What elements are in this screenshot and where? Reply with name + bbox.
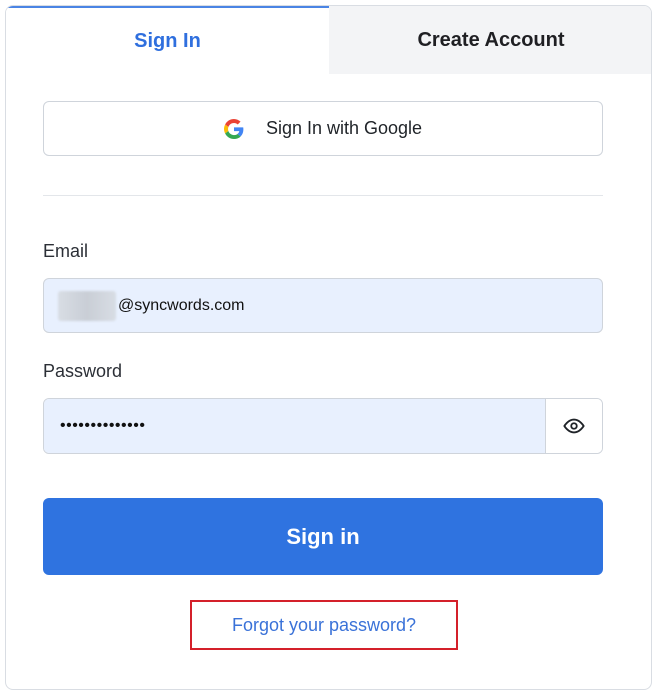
divider (43, 195, 603, 196)
email-value: @syncwords.com (118, 296, 245, 314)
google-sign-in-button[interactable]: Sign In with Google (43, 101, 603, 156)
google-icon (223, 118, 244, 139)
redacted-text (58, 290, 116, 321)
forgot-password-link[interactable]: Forgot your password? (190, 600, 458, 650)
password-field-group: •••••••••••••• (43, 398, 603, 454)
tab-create-account[interactable]: Create Account (329, 6, 651, 74)
email-label: Email (43, 241, 89, 261)
password-field[interactable]: •••••••••••••• (44, 399, 545, 453)
tab-sign-in[interactable]: Sign In (6, 6, 329, 74)
eye-icon (563, 418, 585, 434)
password-label: Password (43, 361, 123, 381)
google-button-label: Sign In with Google (265, 118, 423, 138)
auth-tabs: Sign In Create Account (6, 6, 651, 74)
sign-in-button[interactable]: Sign in (43, 498, 603, 575)
email-field[interactable]: @syncwords.com (43, 278, 603, 333)
show-password-button[interactable] (545, 399, 602, 453)
